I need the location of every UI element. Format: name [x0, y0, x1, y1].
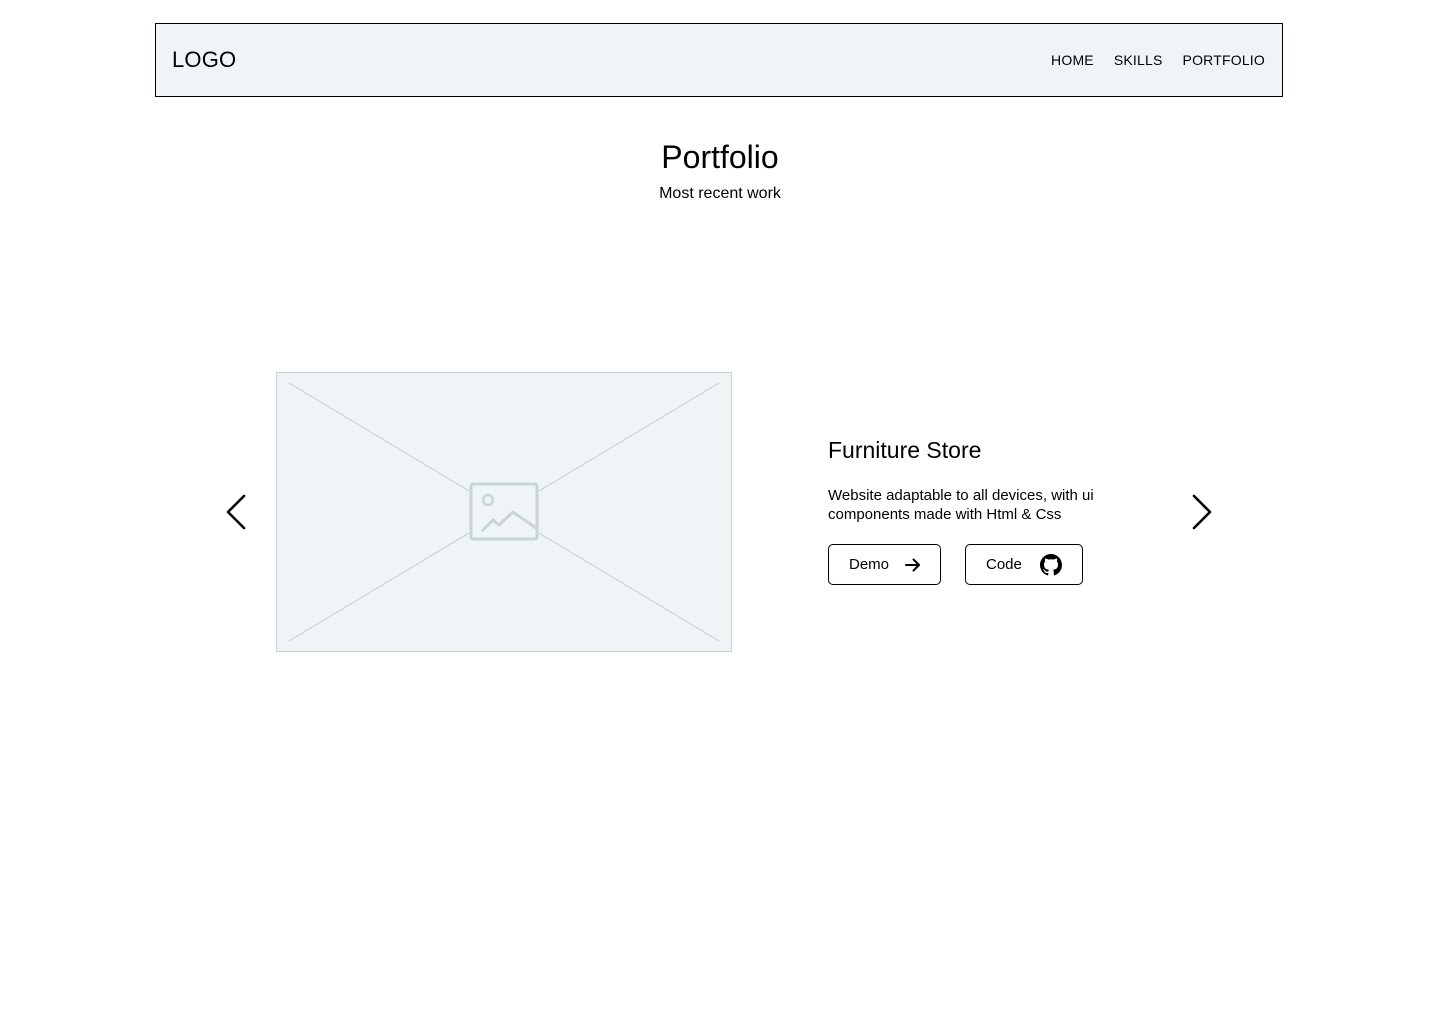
nav-links: HOME SKILLS PORTFOLIO	[1051, 52, 1265, 68]
page-subtitle: Most recent work	[659, 185, 781, 202]
chevron-left-icon	[226, 494, 246, 530]
nav-link-skills[interactable]: SKILLS	[1114, 52, 1163, 68]
logo[interactable]: LOGO	[172, 48, 236, 72]
project-title: Furniture Store	[828, 437, 982, 463]
navbar: LOGO HOME SKILLS PORTFOLIO	[155, 23, 1283, 97]
nav-link-portfolio[interactable]: PORTFOLIO	[1183, 52, 1265, 68]
nav-link-home[interactable]: HOME	[1051, 52, 1094, 68]
page: LOGO HOME SKILLS PORTFOLIO Portfolio Mos…	[0, 0, 1440, 1024]
chevron-right-icon	[1192, 494, 1212, 530]
code-button[interactable]: Code	[965, 544, 1083, 585]
project-description: Website adaptable to all devices, with u…	[828, 487, 1094, 523]
demo-button[interactable]: Demo	[828, 544, 941, 585]
page-title: Portfolio	[661, 139, 779, 175]
github-icon	[1039, 553, 1062, 576]
carousel-prev-button[interactable]	[220, 492, 252, 532]
placeholder-cross-lines	[288, 382, 720, 642]
code-button-label: Code	[986, 556, 1022, 573]
project-image-placeholder	[276, 372, 732, 652]
carousel-next-button[interactable]	[1186, 492, 1218, 532]
image-placeholder-icon	[469, 482, 539, 541]
demo-button-label: Demo	[849, 556, 890, 573]
arrow-right-icon	[905, 558, 921, 572]
